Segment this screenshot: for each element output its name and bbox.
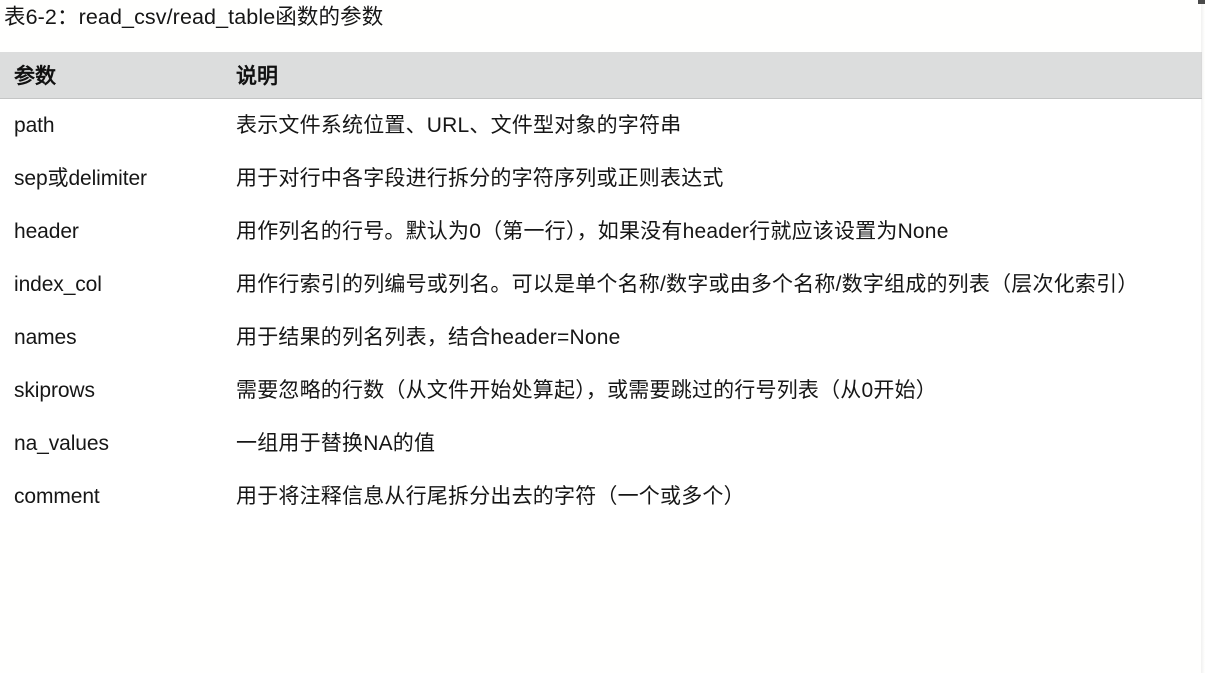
cell-parameter-description: 需要忽略的行数（从文件开始处算起），或需要跳过的行号列表（从0开始） (236, 364, 1202, 417)
cell-parameter-name: index_col (0, 258, 236, 311)
scan-corner-mark (1198, 0, 1205, 4)
cell-parameter-description: 用于对行中各字段进行拆分的字符序列或正则表达式 (236, 152, 1202, 205)
parameters-table: 参数 说明 path 表示文件系统位置、URL、文件型对象的字符串 sep或deli… (0, 52, 1202, 523)
cell-parameter-name: path (0, 98, 236, 152)
cell-parameter-description: 用作列名的行号。默认为0（第一行），如果没有header行就应该设置为None (236, 205, 1202, 258)
column-header-parameter: 参数 (0, 52, 236, 99)
cell-parameter-description: 用作行索引的列编号或列名。可以是单个名称/数字或由多个名称/数字组成的列表（层次… (236, 258, 1202, 311)
table-body: path 表示文件系统位置、URL、文件型对象的字符串 sep或delimiter 用… (0, 98, 1202, 523)
table-row: comment 用于将注释信息从行尾拆分出去的字符（一个或多个） (0, 470, 1202, 523)
column-header-description: 说明 (236, 52, 1202, 99)
table-row: na_values 一组用于替换NA的值 (0, 417, 1202, 470)
table-row: path 表示文件系统位置、URL、文件型对象的字符串 (0, 98, 1202, 152)
table-row: index_col 用作行索引的列编号或列名。可以是单个名称/数字或由多个名称/数… (0, 258, 1202, 311)
cell-parameter-name: comment (0, 470, 236, 523)
table-caption: 表6-2：read_csv/read_table函数的参数 (4, 5, 384, 29)
cell-parameter-name: skiprows (0, 364, 236, 417)
cell-parameter-description: 用于将注释信息从行尾拆分出去的字符（一个或多个） (236, 470, 1202, 523)
table-row: skiprows 需要忽略的行数（从文件开始处算起），或需要跳过的行号列表（从0开… (0, 364, 1202, 417)
table-row: names 用于结果的列名列表，结合header=None (0, 311, 1202, 364)
cell-parameter-name: sep或delimiter (0, 152, 236, 205)
cell-parameter-description: 表示文件系统位置、URL、文件型对象的字符串 (236, 98, 1202, 152)
table-row: sep或delimiter 用于对行中各字段进行拆分的字符序列或正则表达式 (0, 152, 1202, 205)
table-row: header 用作列名的行号。默认为0（第一行），如果没有header行就应该设置… (0, 205, 1202, 258)
cell-parameter-name: na_values (0, 417, 236, 470)
cell-parameter-description: 用于结果的列名列表，结合header=None (236, 311, 1202, 364)
table-header: 参数 说明 (0, 52, 1202, 99)
cell-parameter-description: 一组用于替换NA的值 (236, 417, 1202, 470)
cell-parameter-name: names (0, 311, 236, 364)
cell-parameter-name: header (0, 205, 236, 258)
document-page: 表6-2：read_csv/read_table函数的参数 参数 说明 path… (0, 0, 1205, 673)
table-header-row: 参数 说明 (0, 52, 1202, 99)
